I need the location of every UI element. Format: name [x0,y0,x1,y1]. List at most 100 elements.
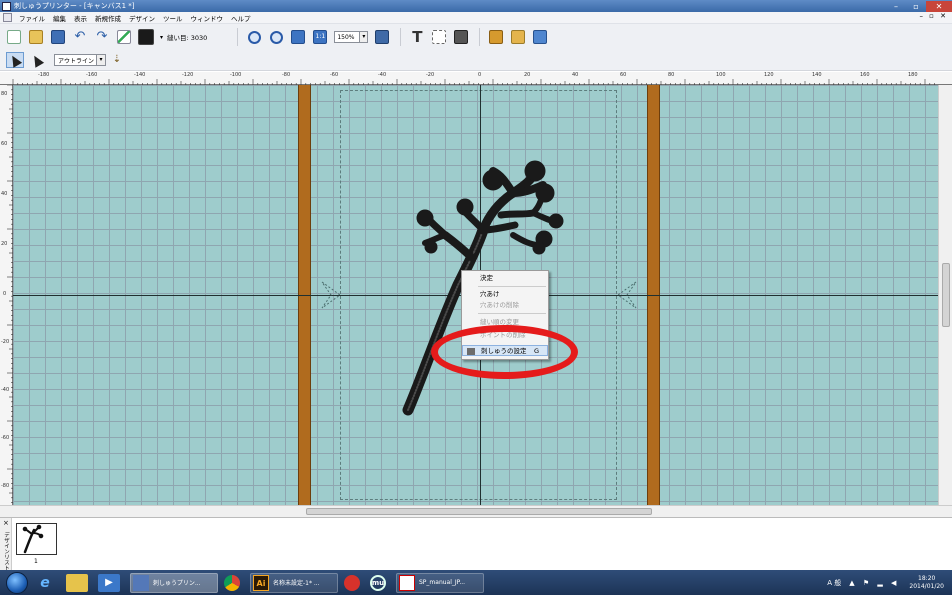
document-icon[interactable] [3,13,12,22]
undo-button[interactable]: ↶ [72,29,88,45]
task-label: 名称未設定-1* ... [273,580,320,587]
text-icon: T [412,28,423,46]
zoom-out-button[interactable] [268,29,284,45]
horizontal-scrollbar[interactable] [0,505,952,517]
transfer-button[interactable] [374,29,390,45]
menu-file[interactable]: ファイル [15,13,49,23]
point-edit-tool-button[interactable] [28,52,46,68]
clock[interactable]: 18:20 2014/01/20 [909,575,944,591]
redo-icon: ↷ [96,29,108,44]
needle-icon[interactable]: ⇣ [112,54,122,66]
menu-view[interactable]: 表示 [70,13,91,23]
internet-explorer-icon[interactable]: e [34,574,56,592]
title-bar: 刺しゅうプリンター - [キャンバス1 *] – ▫ ✕ [0,0,952,12]
main-toolbar: ↶ ↷ ▾ 縫い目: 3030 1:1 150% ▾ T [0,24,952,50]
file-explorer-icon[interactable] [66,573,88,592]
media-player-icon[interactable]: ▶ [98,573,120,592]
vertical-ruler: 80 60 40 20 0 -20 -40 -60 -80 [0,85,13,505]
actual-size-button[interactable]: 1:1 [312,29,328,45]
chevron-down-icon: ▾ [359,32,368,42]
menu-item-confirm[interactable]: 決定 [462,273,548,284]
maximize-button[interactable]: ▫ [906,1,926,12]
taskbar-app-illustrator[interactable]: Ai 名称未設定-1* ... [250,572,338,593]
tray-icons[interactable]: ▲ ⚑ ▂ ◀ [849,579,899,587]
transfer-device-icon [375,30,390,44]
puzzle-icon [533,30,548,44]
highlight-annotation-ellipse [431,325,578,379]
mu-icon[interactable]: mu [370,574,386,591]
menu-help[interactable]: ヘルプ [227,13,255,23]
redo-button[interactable]: ↷ [94,29,110,45]
illustrator-icon: Ai [253,574,269,591]
close-button[interactable]: ✕ [926,0,952,12]
chrome-icon[interactable] [224,574,240,591]
menu-item-remove-hole[interactable]: 穴あけの削除 [462,300,548,311]
minimize-button[interactable]: – [886,1,906,12]
taskbar-app-embroidery[interactable]: 刺しゅうプリン... [130,572,218,593]
outline-mode-select[interactable]: アウトライン ▾ [54,54,106,66]
outline-mode-value: アウトライン [58,57,95,65]
panel-close-button[interactable]: × [3,519,9,527]
save-button[interactable] [50,29,66,45]
zoom-fit-button[interactable] [290,29,306,45]
menu-item-label: 穴あけ [480,290,500,298]
thread-color-dropdown[interactable]: ▾ [160,34,163,41]
select-tool-button[interactable] [6,52,24,68]
stitch-count-label: 縫い目: 3030 [167,34,208,42]
print-button[interactable] [453,29,469,45]
zoom-fit-icon [291,30,306,44]
scroll-thumb[interactable] [306,508,652,515]
design-library-button[interactable] [488,29,504,45]
menu-item-add-hole[interactable]: 穴あけ [462,289,548,300]
actual-size-icon: 1:1 [313,30,328,44]
start-button[interactable] [6,571,28,594]
hoop-marker-left-icon [321,281,341,309]
text-tool-button[interactable]: T [409,29,425,45]
menu-item-label: 穴あけの削除 [480,301,519,309]
puzzle-button[interactable] [532,29,548,45]
menu-new[interactable]: 新規作成 [91,13,125,23]
menu-edit[interactable]: 編集 [49,13,70,23]
printer-icon [454,30,469,44]
thread-color-swatch [138,29,154,45]
window-title: 刺しゅうプリンター - [キャンバス1 *] [14,2,135,10]
vertical-scrollbar[interactable] [938,85,952,505]
menu-design[interactable]: デザイン [125,13,159,23]
chevron-down-icon: ▾ [96,55,105,65]
cursor-icon [7,52,23,68]
photo-icon [511,30,526,44]
menu-tools[interactable]: ツール [159,13,187,23]
task-label: 刺しゅうプリン... [153,580,201,587]
zoom-value: 150% [337,33,355,41]
zoom-out-icon [269,30,283,44]
taskbar-app-pdf[interactable]: SP_manual_JP... [396,572,484,593]
embird-icon[interactable] [344,574,360,591]
open-button[interactable] [28,29,44,45]
photo-stitch-button[interactable] [510,29,526,45]
app-icon[interactable] [2,1,11,11]
magic-wand-icon [117,30,131,44]
scroll-thumb[interactable] [942,263,950,327]
panel-side-bar: × デザインリスト [0,518,12,571]
thread-color-button[interactable] [138,29,154,45]
ime-indicator[interactable]: A 般 [827,578,841,588]
toolbar-separator [400,28,402,46]
hoop-marker-right-icon [617,281,637,309]
design-thumbnail[interactable] [16,523,57,555]
horizontal-ruler: -180 -160 -140 -120 -100 -80 -60 -40 -20… [0,72,952,85]
menu-item-label: 決定 [480,274,493,282]
document-window-controls[interactable]: – ▫ ✕ [919,12,948,20]
edit-toolbar: アウトライン ▾ ⇣ [0,50,952,71]
zoom-select[interactable]: 150% ▾ [334,31,369,43]
library-icon [489,30,504,44]
zoom-in-button[interactable] [246,29,262,45]
menu-window[interactable]: ウィンドウ [187,13,228,23]
design-list-panel: × デザインリスト 1 [0,517,952,571]
point-edit-icon [29,52,45,68]
new-button[interactable] [6,29,22,45]
magic-wand-button[interactable] [116,29,132,45]
ruler-ticks [12,79,935,85]
menu-separator [478,286,546,287]
select-area-button[interactable] [431,29,447,45]
undo-icon: ↶ [74,29,86,44]
